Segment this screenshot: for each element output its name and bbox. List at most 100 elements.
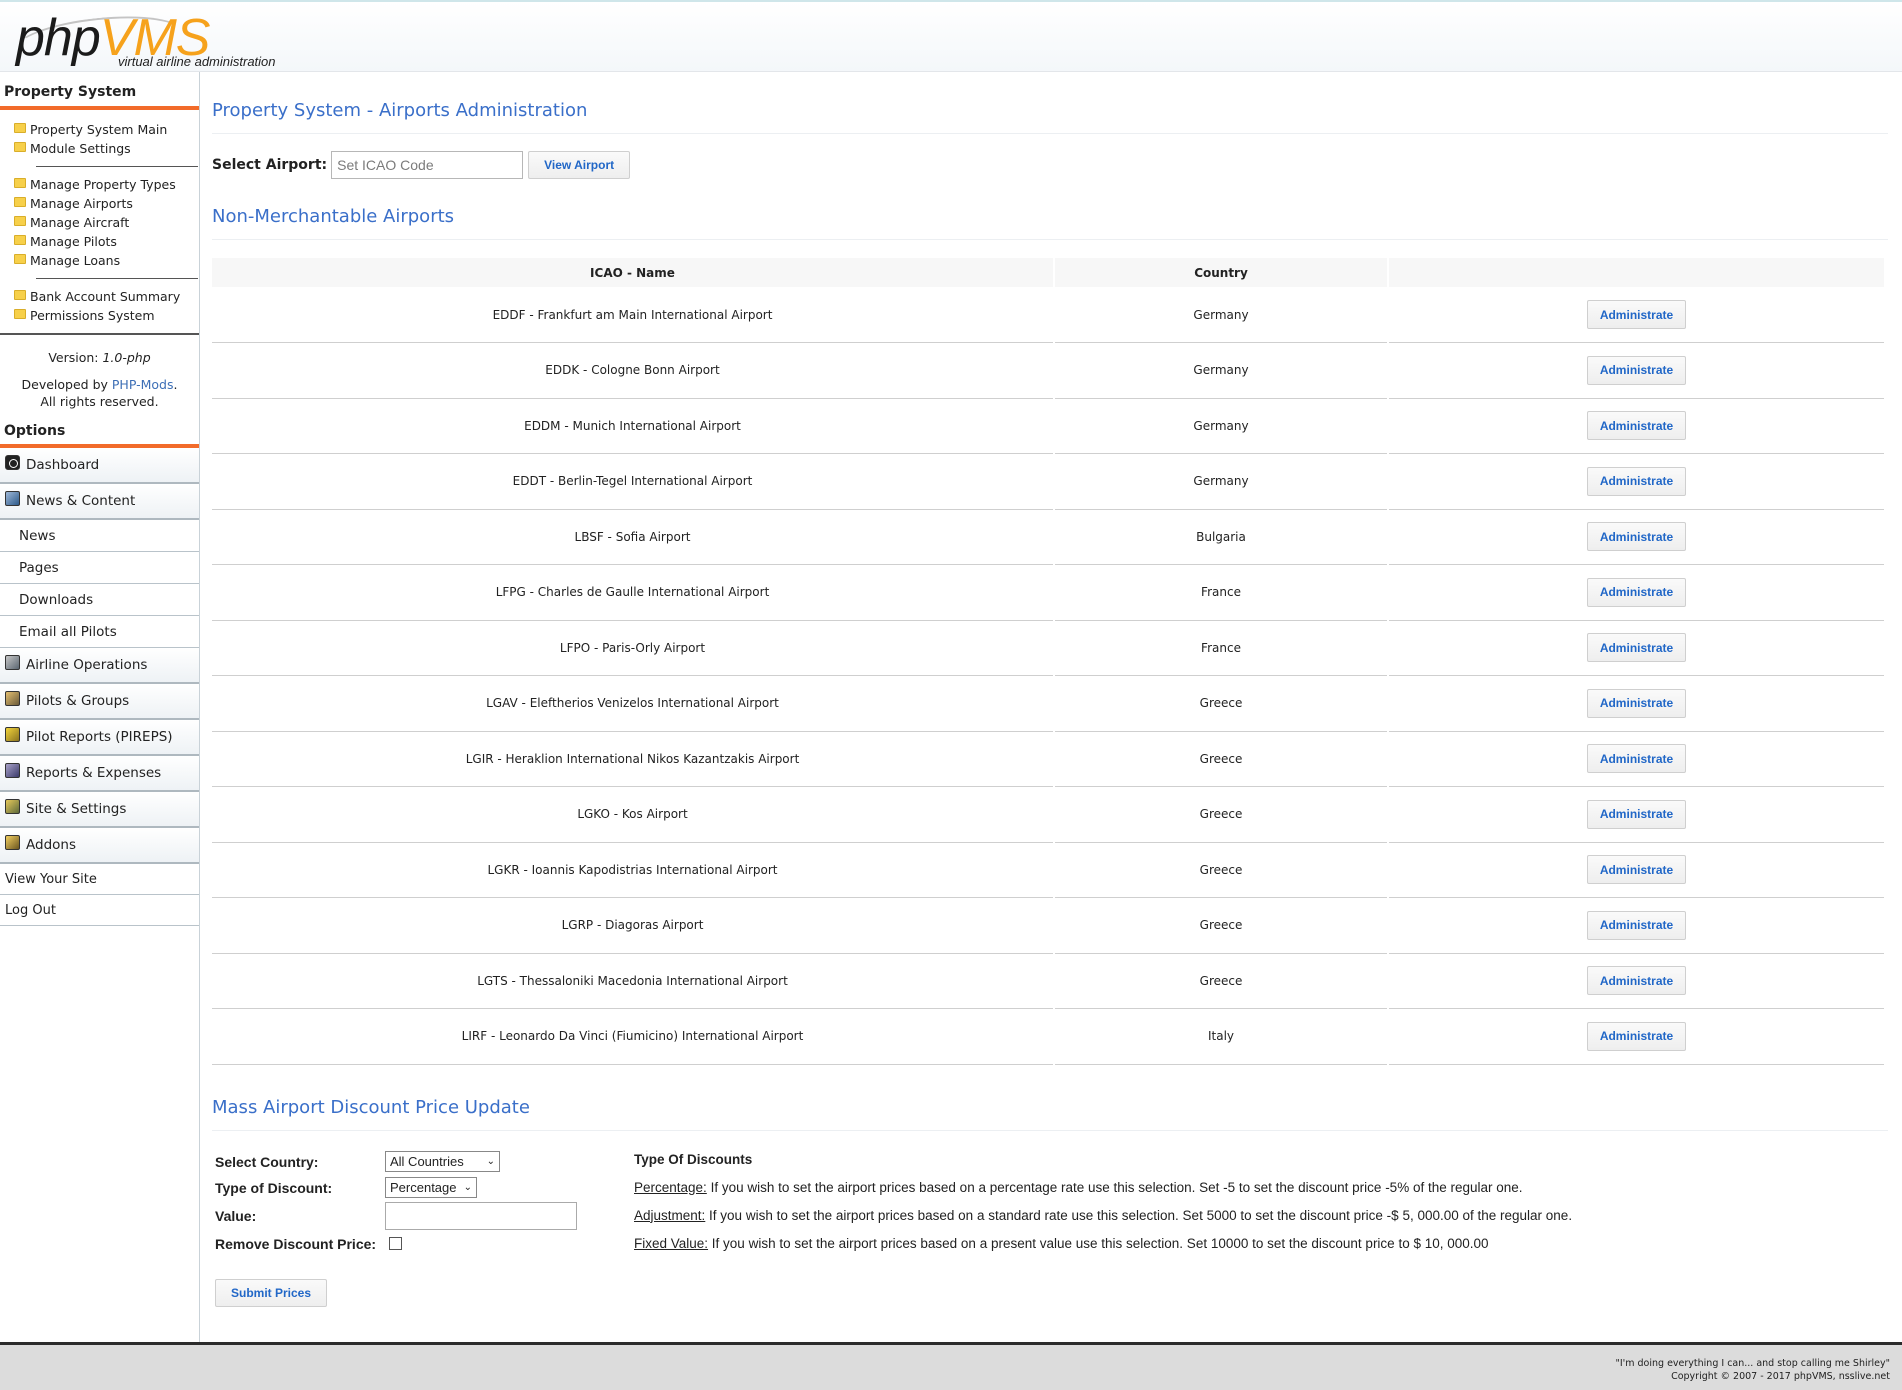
action-cell: Administrate [1388, 1008, 1886, 1065]
sidebar-item-permissions-system[interactable]: Permissions System [14, 306, 199, 325]
action-cell: Administrate [1388, 342, 1886, 399]
option-site-settings[interactable]: Site & Settings [0, 792, 199, 828]
folder-icon [14, 196, 26, 207]
administrate-button[interactable]: Administrate [1587, 966, 1686, 996]
select-country-label: Select Country: [215, 1153, 319, 1170]
version-value: 1.0-php [102, 350, 151, 365]
administrate-button[interactable]: Administrate [1587, 799, 1686, 829]
administrate-button[interactable]: Administrate [1587, 522, 1686, 552]
submit-prices-button[interactable]: Submit Prices [215, 1278, 327, 1307]
option-addons[interactable]: Addons [0, 828, 199, 864]
discount-type-value: Percentage [390, 1180, 457, 1195]
sidebar-item-label: Manage Aircraft [30, 215, 130, 230]
action-cell: Administrate [1388, 731, 1886, 787]
airport-name-cell: LIRF - Leonardo Da Vinci (Fiumicino) Int… [212, 1008, 1055, 1065]
sidebar-item-label: Property System Main [30, 122, 168, 137]
icao-input[interactable] [331, 151, 524, 179]
table-header-row: ICAO - Name Country [212, 258, 1886, 287]
mass-discount-form: Select Country: All Countries ⌄ Type of D… [212, 1149, 634, 1307]
option-pilot-reports-pireps[interactable]: Pilot Reports (PIREPS) [0, 720, 199, 756]
airport-name-cell: LGKR - Ioannis Kapodistrias Internationa… [212, 842, 1055, 898]
chevron-down-icon: ⌄ [486, 1156, 495, 1167]
options-title: Options [0, 420, 199, 448]
option-view-your-site[interactable]: View Your Site [0, 864, 199, 895]
folder-icon [14, 215, 26, 226]
folder-icon [14, 141, 26, 152]
remove-discount-checkbox[interactable] [389, 1237, 402, 1250]
developed-by-label: Developed by [21, 377, 112, 392]
option-pilots-groups[interactable]: Pilots & Groups [0, 684, 199, 720]
sidebar-item-bank-account-summary[interactable]: Bank Account Summary [14, 287, 199, 306]
property-system-title: Property System [0, 72, 199, 110]
sidebar-item-property-system-main[interactable]: Property System Main [14, 120, 199, 139]
table-row: LGKR - Ioannis Kapodistrias Internationa… [212, 842, 1886, 898]
sidebar-item-label: Manage Airports [30, 196, 133, 211]
sidebar-item-label: Manage Property Types [30, 177, 176, 192]
option-log-out[interactable]: Log Out [0, 895, 199, 926]
sidebar-item-manage-property-types[interactable]: Manage Property Types [14, 175, 199, 194]
sidebar-item-manage-pilots[interactable]: Manage Pilots [14, 232, 199, 251]
option-news-content[interactable]: News & Content [0, 484, 199, 520]
country-cell: France [1054, 620, 1389, 676]
site-settings-icon [5, 798, 20, 814]
administrate-button[interactable]: Administrate [1587, 577, 1686, 607]
sidebar-item-manage-loans[interactable]: Manage Loans [14, 251, 199, 270]
country-cell: Germany [1054, 287, 1389, 343]
administrate-button[interactable]: Administrate [1587, 466, 1686, 496]
developer-link[interactable]: PHP-Mods [112, 377, 174, 392]
option-pages[interactable]: Pages [0, 552, 199, 584]
administrate-button[interactable]: Administrate [1587, 633, 1686, 663]
option-email-all-pilots[interactable]: Email all Pilots [0, 616, 199, 648]
pilot-reports-icon [5, 726, 20, 742]
administrate-button[interactable]: Administrate [1587, 1021, 1686, 1051]
discount-types-info: Type Of Discounts Percentage: If you wis… [634, 1146, 1572, 1307]
sidebar-item-manage-aircraft[interactable]: Manage Aircraft [14, 213, 199, 232]
option-label: Pilot Reports (PIREPS) [26, 729, 173, 745]
menu-divider [36, 166, 198, 167]
folder-icon [14, 289, 26, 300]
sidebar-item-manage-airports[interactable]: Manage Airports [14, 194, 199, 213]
administrate-button[interactable]: Administrate [1587, 355, 1686, 385]
option-label: News [19, 527, 56, 544]
sidebar-item-module-settings[interactable]: Module Settings [14, 139, 199, 158]
select-airport-label: Select Airport: [212, 157, 328, 173]
options-menu: Dashboard News & Content News Pages Download… [0, 448, 199, 926]
option-reports-expenses[interactable]: Reports & Expenses [0, 756, 199, 792]
table-row: EDDK - Cologne Bonn Airport Germany Admini… [212, 342, 1886, 399]
airport-name-cell: LGTS - Thessaloniki Macedonia Internatio… [212, 953, 1055, 1009]
action-cell: Administrate [1388, 953, 1886, 1009]
country-cell: Greece [1054, 786, 1389, 843]
administrate-button[interactable]: Administrate [1587, 744, 1686, 774]
value-input[interactable] [385, 1201, 577, 1230]
option-downloads[interactable]: Downloads [0, 584, 199, 616]
action-cell: Administrate [1388, 564, 1886, 621]
option-dashboard[interactable]: Dashboard [0, 448, 199, 484]
action-cell: Administrate [1388, 675, 1886, 732]
administrate-button[interactable]: Administrate [1587, 300, 1686, 329]
view-airport-button[interactable]: View Airport [528, 151, 631, 179]
non-merchantable-title: Non-Merchantable Airports [212, 206, 1888, 240]
reports-expenses-icon [5, 762, 20, 778]
select-airport-row: Select Airport: View Airport [212, 150, 1888, 180]
option-label: Addons [26, 837, 76, 853]
table-row: LBSF - Sofia Airport Bulgaria Administrate [212, 509, 1886, 565]
header: phpVMS virtual airline administration [0, 0, 1902, 73]
administrate-button[interactable]: Administrate [1587, 855, 1686, 885]
country-select[interactable]: All Countries ⌄ [385, 1151, 500, 1172]
administrate-button[interactable]: Administrate [1587, 910, 1686, 940]
administrate-button[interactable]: Administrate [1587, 688, 1686, 718]
discount-type-adjustment: Adjustment: If you wish to set the airpo… [634, 1202, 1572, 1230]
option-label: Email all Pilots [19, 623, 117, 640]
option-label: Airline Operations [26, 657, 148, 673]
administrate-button[interactable]: Administrate [1587, 411, 1686, 441]
discount-type-select[interactable]: Percentage ⌄ [385, 1177, 477, 1198]
airport-name-cell: EDDT - Berlin-Tegel International Airpor… [212, 453, 1055, 510]
action-cell: Administrate [1388, 287, 1886, 343]
phpvms-logo[interactable]: phpVMS virtual airline administration [12, 8, 276, 73]
sidebar: Property System Property System Main Modu… [0, 72, 200, 1342]
table-row: EDDT - Berlin-Tegel International Airpor… [212, 453, 1886, 510]
option-airline-operations[interactable]: Airline Operations [0, 648, 199, 684]
option-news[interactable]: News [0, 520, 199, 552]
action-cell: Administrate [1388, 453, 1886, 510]
folder-icon [14, 234, 26, 245]
